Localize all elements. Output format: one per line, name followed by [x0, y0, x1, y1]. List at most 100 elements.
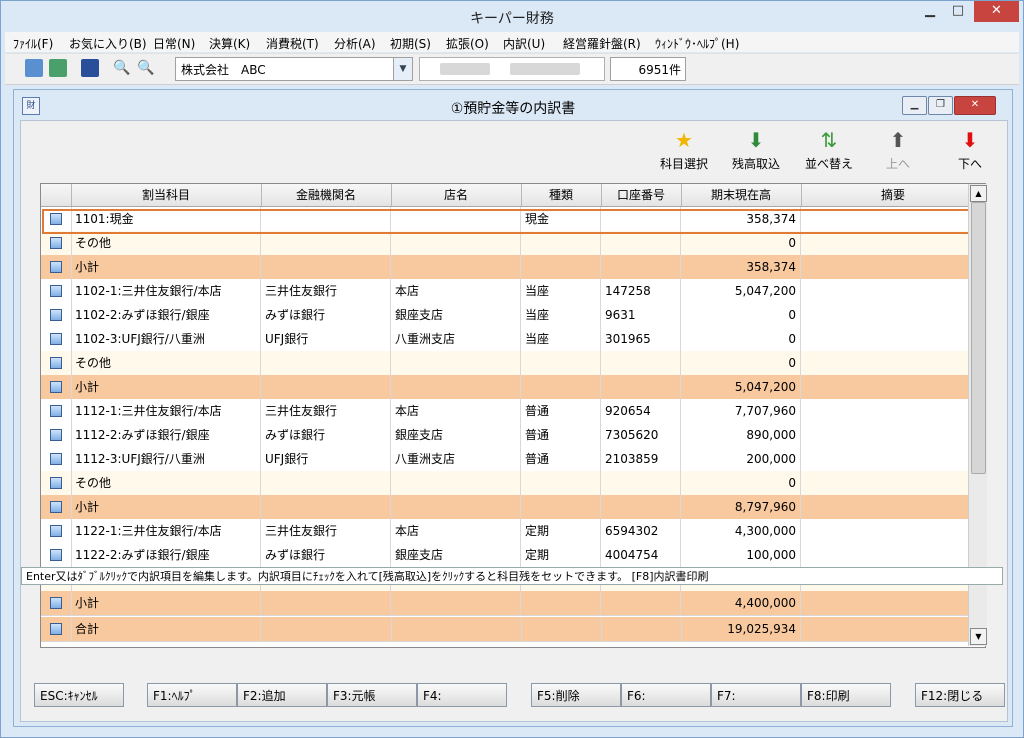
- menu-favorites[interactable]: お気に入り(B): [69, 35, 147, 52]
- cell-memo[interactable]: [801, 279, 985, 303]
- cell-balance[interactable]: 5,047,200: [681, 375, 801, 399]
- scroll-up-icon[interactable]: ▲: [970, 185, 987, 202]
- header-branch[interactable]: 店名: [391, 184, 522, 206]
- child-minimize-button[interactable]: ▁: [902, 96, 927, 115]
- cell-balance[interactable]: 5,047,200: [681, 279, 801, 303]
- cell-bank[interactable]: [261, 591, 391, 615]
- window-icon[interactable]: [81, 59, 99, 77]
- cell-bank[interactable]: UFJ銀行: [261, 327, 391, 351]
- cell-branch[interactable]: 銀座支店: [391, 303, 521, 327]
- table-row[interactable]: 1102-1:三井住友銀行/本店 三井住友銀行 本店 当座 147258 5,047,20…: [41, 279, 985, 304]
- cell-account[interactable]: 1112-3:UFJ銀行/八重洲: [71, 447, 261, 471]
- cell-account[interactable]: その他: [71, 471, 261, 495]
- header-account[interactable]: 割当科目: [71, 184, 262, 206]
- cell-account-no[interactable]: [601, 471, 681, 495]
- cell-type[interactable]: 現金: [521, 207, 601, 231]
- cell-account-no[interactable]: 147258: [601, 279, 681, 303]
- cell-bank[interactable]: [261, 471, 391, 495]
- refresh-icon[interactable]: [49, 59, 67, 77]
- cell-type[interactable]: [521, 375, 601, 399]
- cell-branch[interactable]: [391, 231, 521, 255]
- cell-branch[interactable]: [391, 375, 521, 399]
- cell-account-no[interactable]: [601, 495, 681, 519]
- cell-account-no[interactable]: 301965: [601, 327, 681, 351]
- total-row[interactable]: 合計 19,025,934: [41, 617, 985, 642]
- cell-bank[interactable]: [261, 231, 391, 255]
- subtotal-row[interactable]: 小計 358,374: [41, 255, 985, 280]
- cell-account-no[interactable]: 7305620: [601, 423, 681, 447]
- cell-account-no[interactable]: [601, 351, 681, 375]
- cell-account[interactable]: 1122-1:三井住友銀行/本店: [71, 519, 261, 543]
- cell-balance[interactable]: 358,374: [681, 255, 801, 279]
- cell-balance[interactable]: 0: [681, 231, 801, 255]
- cell-bank[interactable]: [261, 207, 391, 231]
- cell-account-no[interactable]: [601, 231, 681, 255]
- cell-memo[interactable]: [801, 543, 985, 567]
- other-row[interactable]: その他 0: [41, 471, 985, 496]
- cell-type[interactable]: 当座: [521, 327, 601, 351]
- fkey-f3-ledger[interactable]: F3:元帳: [327, 683, 417, 707]
- cell-type[interactable]: 定期: [521, 543, 601, 567]
- cell-memo[interactable]: [801, 423, 985, 447]
- menu-breakdown[interactable]: 内訳(U): [503, 35, 545, 52]
- header-memo[interactable]: 摘要: [801, 184, 985, 206]
- fkey-f6[interactable]: F6:: [621, 683, 711, 707]
- cell-bank[interactable]: 三井住友銀行: [261, 399, 391, 423]
- cell-memo[interactable]: [801, 207, 985, 231]
- menu-file[interactable]: ﾌｧｲﾙ(F): [13, 35, 53, 52]
- cell-bank[interactable]: [261, 351, 391, 375]
- cell-account[interactable]: その他: [71, 351, 261, 375]
- cell-memo[interactable]: [801, 447, 985, 471]
- cell-memo[interactable]: [801, 327, 985, 351]
- cell-balance[interactable]: 358,374: [681, 207, 801, 231]
- table-row[interactable]: 1102-3:UFJ銀行/八重洲 UFJ銀行 八重洲支店 当座 301965 0: [41, 327, 985, 352]
- cell-bank[interactable]: みずほ銀行: [261, 303, 391, 327]
- minimize-button[interactable]: ▁: [917, 1, 943, 22]
- cell-type[interactable]: 当座: [521, 279, 601, 303]
- cell-type[interactable]: [521, 591, 601, 615]
- cell-branch[interactable]: 本店: [391, 399, 521, 423]
- table-row[interactable]: 1101:現金 現金 358,374: [41, 207, 985, 232]
- cell-memo[interactable]: [801, 231, 985, 255]
- header-account-no[interactable]: 口座番号: [601, 184, 682, 206]
- close-button[interactable]: ✕: [974, 1, 1019, 22]
- cell-account[interactable]: 小計: [71, 495, 261, 519]
- cell-account-no[interactable]: [601, 591, 681, 615]
- cell-account[interactable]: 小計: [71, 375, 261, 399]
- cell-type[interactable]: 普通: [521, 447, 601, 471]
- cell-memo[interactable]: [801, 399, 985, 423]
- cell-account[interactable]: 1122-2:みずほ銀行/銀座: [71, 543, 261, 567]
- menu-analysis[interactable]: 分析(A): [334, 35, 376, 52]
- menu-tax[interactable]: 消費税(T): [266, 35, 319, 52]
- fkey-f7[interactable]: F7:: [711, 683, 801, 707]
- cell-account[interactable]: 1112-2:みずほ銀行/銀座: [71, 423, 261, 447]
- cell-balance[interactable]: 890,000: [681, 423, 801, 447]
- header-balance[interactable]: 期末現在高: [681, 184, 802, 206]
- fkey-f12-close[interactable]: F12:閉じる: [915, 683, 1005, 707]
- cell-type[interactable]: [521, 471, 601, 495]
- cell-type[interactable]: 定期: [521, 519, 601, 543]
- select-account-button[interactable]: ★ 科目選択: [649, 127, 719, 172]
- move-up-button[interactable]: ⬆ 上へ: [863, 127, 933, 172]
- cell-branch[interactable]: 銀座支店: [391, 543, 521, 567]
- cell-bank[interactable]: 三井住友銀行: [261, 279, 391, 303]
- cell-account-no[interactable]: 2103859: [601, 447, 681, 471]
- scroll-thumb[interactable]: [971, 202, 986, 474]
- cell-balance[interactable]: 4,300,000: [681, 519, 801, 543]
- cell-balance[interactable]: 0: [681, 471, 801, 495]
- table-row[interactable]: 1112-3:UFJ銀行/八重洲 UFJ銀行 八重洲支店 普通 2103859 200,0…: [41, 447, 985, 472]
- child-close-button[interactable]: ✕: [954, 96, 996, 115]
- cell-account[interactable]: 1102-1:三井住友銀行/本店: [71, 279, 261, 303]
- table-row[interactable]: 1112-1:三井住友銀行/本店 三井住友銀行 本店 普通 920654 7,707,96…: [41, 399, 985, 424]
- cell-branch[interactable]: [391, 207, 521, 231]
- menu-extension[interactable]: 拡張(O): [446, 35, 489, 52]
- cell-bank[interactable]: [261, 495, 391, 519]
- fkey-f1-help[interactable]: F1:ﾍﾙﾌﾟ: [147, 683, 237, 707]
- cell-branch[interactable]: [391, 591, 521, 615]
- cell-account[interactable]: 小計: [71, 591, 261, 615]
- cell-balance[interactable]: 0: [681, 303, 801, 327]
- cell-balance[interactable]: 8,797,960: [681, 495, 801, 519]
- cell-memo[interactable]: [801, 495, 985, 519]
- cell-branch[interactable]: 銀座支店: [391, 423, 521, 447]
- other-row[interactable]: その他 0: [41, 351, 985, 376]
